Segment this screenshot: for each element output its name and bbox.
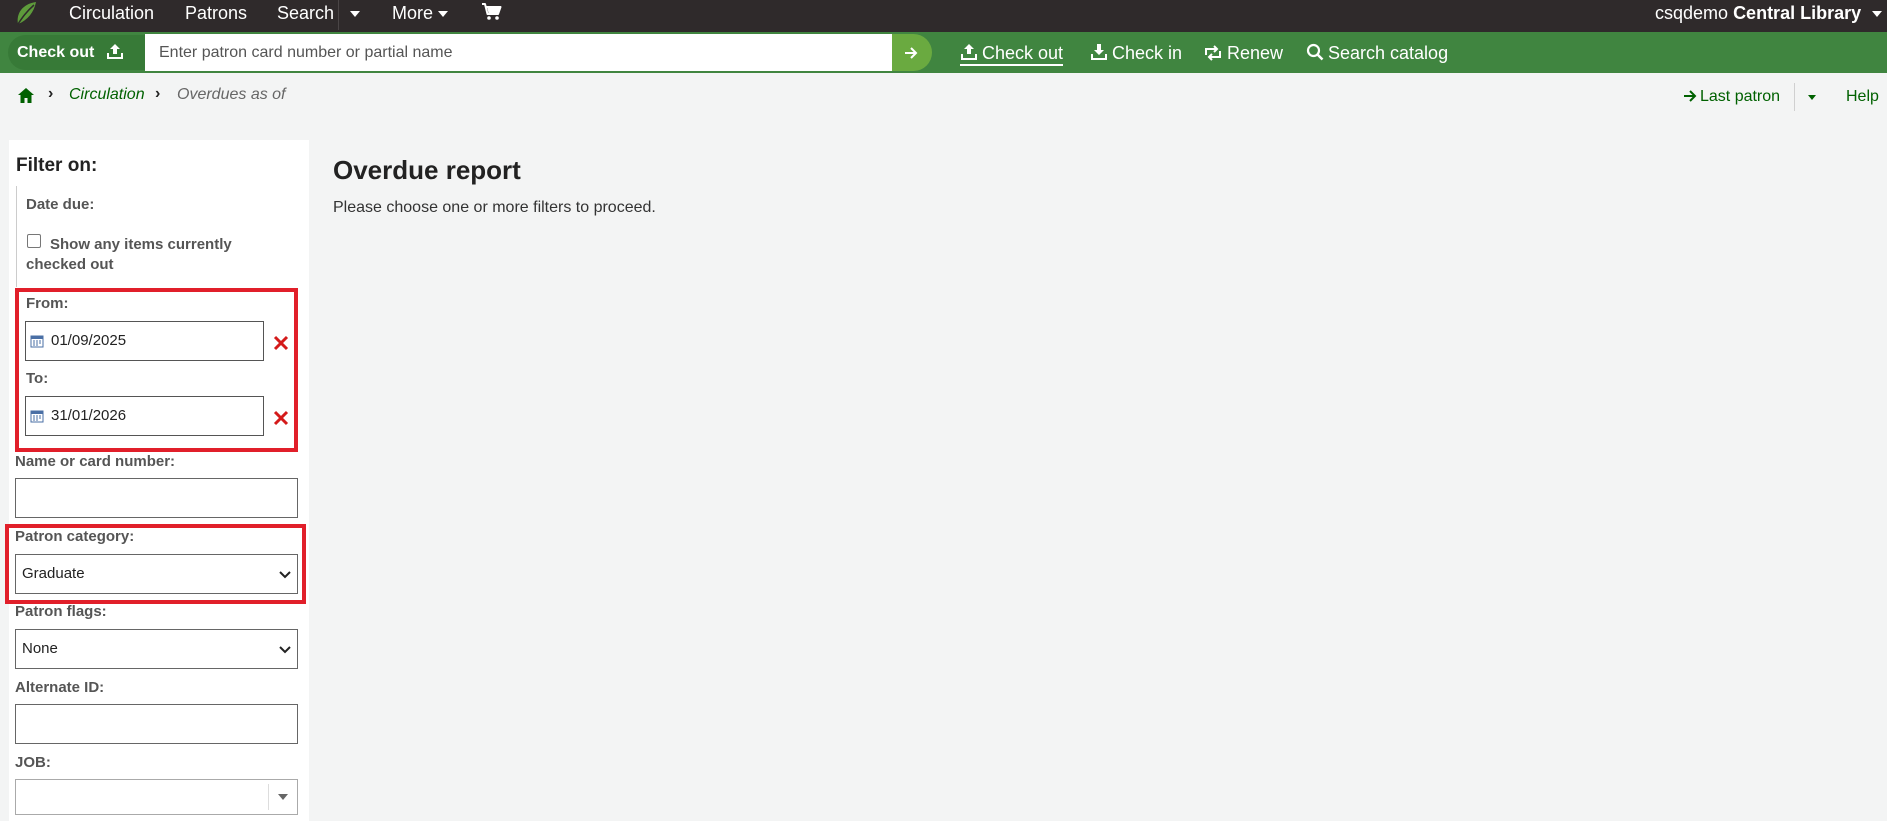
checkout-tab-label: Check out	[17, 44, 95, 61]
from-date-input[interactable]: 01/09/2025	[25, 321, 264, 361]
search-catalog-link[interactable]: Search catalog	[1306, 42, 1448, 66]
chevron-right-icon: ›	[155, 85, 161, 102]
home-icon[interactable]	[17, 87, 35, 104]
calendar-icon[interactable]	[30, 409, 44, 423]
last-patron-label: Last patron	[1700, 88, 1781, 105]
cart-icon[interactable]	[481, 2, 503, 22]
date-group-indent	[16, 186, 17, 287]
chevron-right-icon: ›	[48, 85, 54, 102]
nav-patrons[interactable]: Patrons	[185, 0, 247, 28]
arrow-right-icon	[1684, 90, 1697, 102]
search-dropdown-toggle[interactable]	[350, 0, 360, 28]
search-catalog-link-label: Search catalog	[1328, 43, 1449, 63]
job-select[interactable]	[15, 779, 298, 815]
alternate-id-label: Alternate ID:	[15, 679, 105, 696]
arrow-right-icon	[905, 47, 918, 59]
show-any-label: Show any items currently checked out	[26, 236, 232, 273]
patron-search-input[interactable]	[145, 34, 894, 71]
checkin-link-label: Check in	[1112, 43, 1183, 63]
page-title: Overdue report	[333, 155, 521, 185]
checkout-link-label: Check out	[982, 43, 1064, 63]
job-select-divider	[268, 784, 269, 810]
checkin-link[interactable]: Check in	[1090, 42, 1182, 66]
breadcrumb-current: Overdues as of	[177, 86, 286, 103]
top-navbar: Circulation Patrons Search More csqdemo …	[0, 0, 1887, 32]
last-patron-dropdown-toggle[interactable]	[1808, 95, 1816, 100]
upload-icon	[961, 44, 977, 60]
user-name: csqdemo	[1655, 3, 1729, 23]
chevron-down-icon	[279, 646, 291, 654]
caret-down-icon	[350, 11, 360, 18]
patron-flags-label: Patron flags:	[15, 603, 107, 620]
patron-category-select[interactable]: Graduate	[15, 554, 298, 594]
caret-down-icon	[438, 11, 449, 18]
circulation-bar: Check out Check out Check in Renew Searc…	[0, 32, 1887, 73]
last-patron-button[interactable]: Last patron	[1683, 88, 1780, 106]
from-date-value: 01/09/2025	[51, 332, 127, 349]
download-icon	[1091, 44, 1107, 60]
to-label: To:	[26, 370, 49, 387]
renew-link[interactable]: Renew	[1203, 42, 1283, 66]
renew-link-label: Renew	[1227, 43, 1284, 63]
checkout-link[interactable]: Check out	[960, 42, 1064, 66]
renew-icon	[1205, 45, 1221, 61]
patron-category-value: Graduate	[22, 565, 85, 582]
patron-category-label: Patron category:	[15, 528, 135, 545]
upload-icon	[107, 44, 123, 59]
job-label: JOB:	[15, 754, 51, 771]
nav-more[interactable]: More	[392, 0, 449, 28]
patron-flags-select[interactable]: None	[15, 629, 298, 669]
search-icon	[1306, 43, 1324, 61]
nav-more-label: More	[392, 3, 434, 23]
library-name: Central Library	[1733, 3, 1862, 23]
date-due-label: Date due:	[26, 196, 95, 213]
from-label: From:	[26, 295, 69, 312]
caret-down-icon	[1872, 11, 1883, 18]
to-date-input[interactable]: 31/01/2026	[25, 396, 264, 436]
clear-from-date-icon[interactable]	[273, 335, 289, 351]
koha-logo-icon[interactable]	[12, 0, 40, 28]
chevron-down-icon	[279, 571, 291, 579]
report-message: Please choose one or more filters to pro…	[333, 199, 656, 216]
nav-separator	[338, 0, 339, 30]
caret-down-icon	[278, 794, 288, 800]
to-date-value: 31/01/2026	[51, 407, 127, 424]
breadcrumb-circulation[interactable]: Circulation	[69, 86, 145, 104]
last-patron-divider	[1794, 83, 1795, 111]
alternate-id-input[interactable]	[15, 704, 298, 744]
calendar-icon[interactable]	[30, 334, 44, 348]
name-or-card-label: Name or card number:	[15, 453, 176, 470]
patron-submit-button[interactable]	[892, 34, 932, 71]
filter-title: Filter on:	[16, 155, 98, 176]
clear-to-date-icon[interactable]	[273, 410, 289, 426]
patron-flags-value: None	[22, 640, 58, 657]
name-or-card-input[interactable]	[15, 478, 298, 518]
help-link[interactable]: Help	[1846, 88, 1879, 106]
nav-search[interactable]: Search	[277, 0, 334, 28]
user-menu[interactable]: csqdemo Central Library	[1655, 0, 1883, 28]
nav-circulation[interactable]: Circulation	[69, 0, 154, 28]
